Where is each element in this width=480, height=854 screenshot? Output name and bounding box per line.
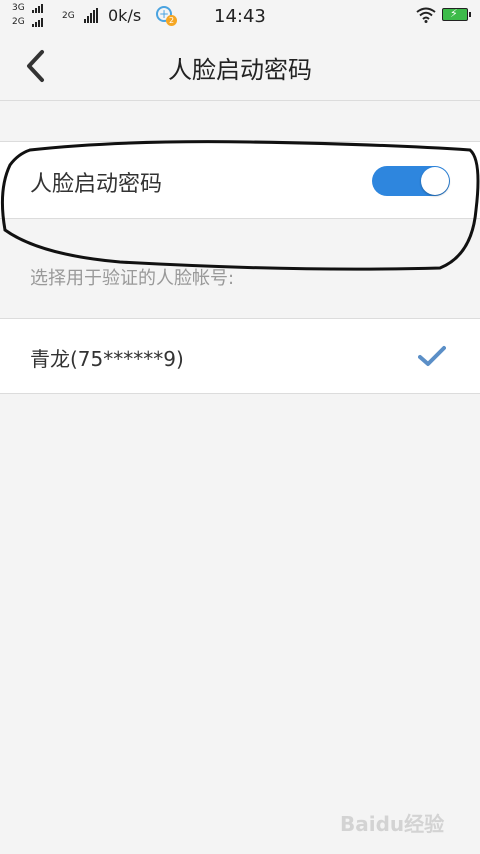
list-item[interactable]: 青龙(75******9) <box>0 318 480 394</box>
network-speed: 0k/s <box>108 6 142 25</box>
account-name: 青龙(75******9) <box>30 347 184 371</box>
signal-strength-icon <box>84 8 98 23</box>
switch-knob <box>421 167 449 195</box>
signal-strength-icon <box>32 4 43 13</box>
network-type-3g: 3G <box>12 3 25 13</box>
clock: 14:43 <box>214 6 266 27</box>
face-unlock-toggle-row[interactable]: 人脸启动密码 <box>0 141 480 219</box>
status-bar: 3G 2G 2G 0k/s + 2 14:43 ⚡ <box>0 0 480 32</box>
checkmark-icon <box>418 346 446 366</box>
watermark-text: Baidu经验 <box>340 812 445 836</box>
toggle-label: 人脸启动密码 <box>30 172 163 197</box>
face-unlock-switch[interactable] <box>372 166 450 196</box>
watermark-logo: Baidu经验 <box>336 800 476 840</box>
network-type-2g: 2G <box>12 17 25 27</box>
page-title: 人脸启动密码 <box>168 56 312 84</box>
account-select-hint: 选择用于验证的人脸帐号: <box>30 268 235 289</box>
network-type-2g: 2G <box>62 11 75 21</box>
title-bar: 人脸启动密码 <box>0 32 480 101</box>
signal-strength-icon <box>32 18 43 27</box>
battery-icon: ⚡ <box>442 7 471 21</box>
wifi-icon <box>416 7 436 23</box>
face-unlock-settings-screen: 3G 2G 2G 0k/s + 2 14:43 ⚡ 人脸启动密码 人脸启动密码 … <box>0 0 480 854</box>
notification-badge: 2 <box>166 15 177 26</box>
